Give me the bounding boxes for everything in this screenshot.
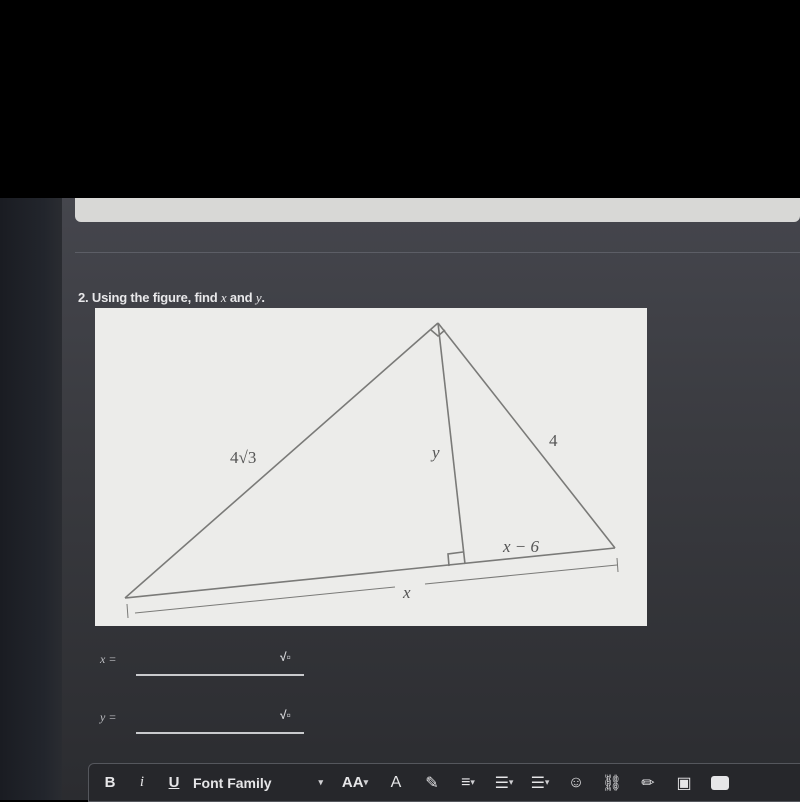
sqrt-icon[interactable]: √▫ [280, 708, 291, 722]
emoji-icon[interactable]: ☺ [561, 768, 591, 798]
question-number: 2. [78, 290, 89, 305]
underline-button[interactable]: U [161, 768, 187, 798]
font-family-label: Font Family [193, 774, 272, 791]
triangle-diagram: 4√3 y 4 x − 6 x [124, 322, 619, 619]
dimension-line-left [134, 586, 396, 614]
dimension-tick-left [126, 603, 129, 619]
chevron-down-icon: ▾ [470, 777, 475, 787]
unordered-list-dropdown[interactable]: ☰ ▾ [525, 768, 555, 798]
media-icon-shape [711, 775, 729, 790]
align-dropdown[interactable]: ≡ ▾ [453, 768, 483, 798]
media-icon[interactable] [705, 768, 735, 798]
italic-button[interactable]: i [129, 768, 155, 798]
label-right-side: 4 [549, 431, 558, 450]
altitude [437, 322, 466, 565]
label-altitude: y [430, 443, 440, 462]
triangle-figure: 4√3 y 4 x − 6 x [95, 308, 647, 626]
right-angle-apex [430, 329, 446, 338]
left-side [124, 322, 439, 599]
answer-row-x: x = √▫ [100, 648, 310, 678]
question-joiner: and [226, 290, 256, 305]
chevron-down-icon: ▾ [318, 777, 323, 787]
right-side [437, 322, 616, 549]
answer-label-x: x = [100, 652, 117, 666]
pencil-icon[interactable]: ✏ [633, 768, 663, 798]
label-left-hypotenuse: 4√3 [230, 448, 256, 467]
answer-input-y[interactable] [136, 706, 304, 734]
base-side [124, 547, 616, 599]
align-icon: ≡ [461, 773, 471, 791]
text-color-icon[interactable]: A [381, 768, 411, 798]
sqrt-icon[interactable]: √▫ [280, 650, 291, 664]
font-size-dropdown[interactable]: AA ▾ [335, 768, 375, 798]
link-icon[interactable]: ⛓ [597, 768, 627, 798]
answer-label-y: y = [100, 710, 117, 724]
label-base: x [402, 583, 411, 602]
unordered-list-icon: ☰ [530, 774, 545, 792]
dimension-tick-right [616, 557, 619, 573]
rich-text-toolbar: B i U Font Family ▾ AA ▾ A ✎ ≡ ▾ ☰ ▾ ☰ ▾… [88, 763, 800, 802]
question-suffix: . [261, 290, 265, 305]
question-text: Using the figure, find [91, 290, 221, 305]
previous-question-card [75, 198, 800, 222]
image-icon[interactable]: ▣ [669, 768, 699, 798]
font-size-icon: AA [341, 774, 364, 791]
highlight-icon[interactable]: ✎ [417, 768, 447, 798]
chevron-down-icon: ▾ [544, 777, 550, 787]
label-right-segment: x − 6 [502, 537, 540, 556]
dimension-line-right [424, 564, 618, 585]
section-divider [75, 252, 800, 253]
answer-row-y: y = √▫ [100, 706, 310, 736]
ordered-list-dropdown[interactable]: ☰ ▾ [489, 768, 519, 798]
bold-button[interactable]: B [97, 768, 123, 798]
answer-input-x[interactable] [136, 648, 304, 676]
font-family-dropdown[interactable]: Font Family ▾ [193, 768, 329, 798]
chevron-down-icon: ▾ [363, 777, 369, 787]
monitor-bezel [0, 198, 62, 800]
chevron-down-icon: ▾ [508, 777, 514, 787]
ordered-list-icon: ☰ [494, 774, 509, 792]
question-prompt: 2. Using the figure, find x and y. [78, 290, 265, 306]
